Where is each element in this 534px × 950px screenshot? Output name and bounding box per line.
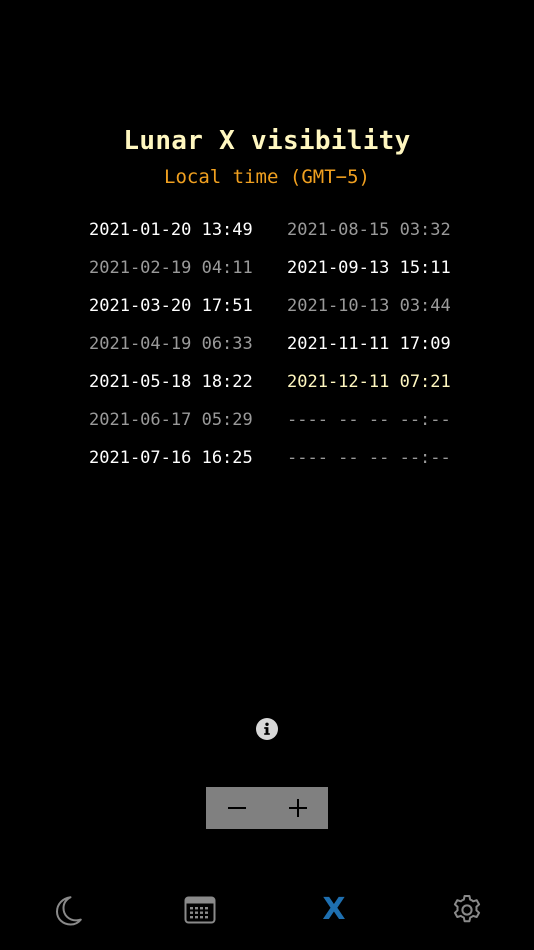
plus-icon: [288, 799, 307, 817]
info-button[interactable]: [256, 718, 278, 740]
date-row: 2021-08-15 03:32: [287, 220, 451, 240]
tab-moon-phase[interactable]: [47, 890, 87, 930]
date-row: 2021-01-20 13:49: [89, 220, 253, 240]
date-row: 2021-03-20 17:51: [89, 296, 253, 316]
gear-icon: [453, 895, 481, 923]
tab-settings[interactable]: [447, 890, 487, 930]
minus-icon: [227, 807, 246, 809]
date-row-empty: ---- -- -- --:--: [287, 448, 451, 468]
date-row: 2021-11-11 17:09: [287, 334, 451, 354]
decrement-button[interactable]: [206, 787, 267, 829]
page-title: Lunar X visibility: [123, 126, 411, 156]
date-row: 2021-10-13 03:44: [287, 296, 451, 316]
date-row-empty: ---- -- -- --:--: [287, 410, 451, 430]
tab-lunar-x[interactable]: X: [314, 890, 354, 930]
calendar-icon: [184, 896, 216, 924]
tab-bar: X: [0, 880, 534, 942]
date-row: 2021-06-17 05:29: [89, 410, 253, 430]
date-row: 2021-05-18 18:22: [89, 372, 253, 392]
date-row: 2021-09-13 15:11: [287, 258, 451, 278]
year-stepper: [206, 787, 328, 829]
date-row: 2021-07-16 16:25: [89, 448, 253, 468]
info-icon: [264, 722, 270, 735]
increment-button[interactable]: [267, 787, 328, 829]
date-row-next: 2021-12-11 07:21: [287, 372, 451, 392]
moon-icon: [56, 896, 82, 926]
dates-column-right: 2021-08-15 03:32 2021-09-13 15:11 2021-1…: [287, 216, 451, 482]
dates-column-left: 2021-01-20 13:49 2021-02-19 04:11 2021-0…: [89, 216, 253, 482]
date-row: 2021-04-19 06:33: [89, 334, 253, 354]
date-row: 2021-02-19 04:11: [89, 258, 253, 278]
timezone-subtitle: Local time (GMT−5): [164, 166, 370, 188]
lunar-x-icon: X: [322, 892, 346, 927]
tab-calendar[interactable]: [180, 890, 220, 930]
